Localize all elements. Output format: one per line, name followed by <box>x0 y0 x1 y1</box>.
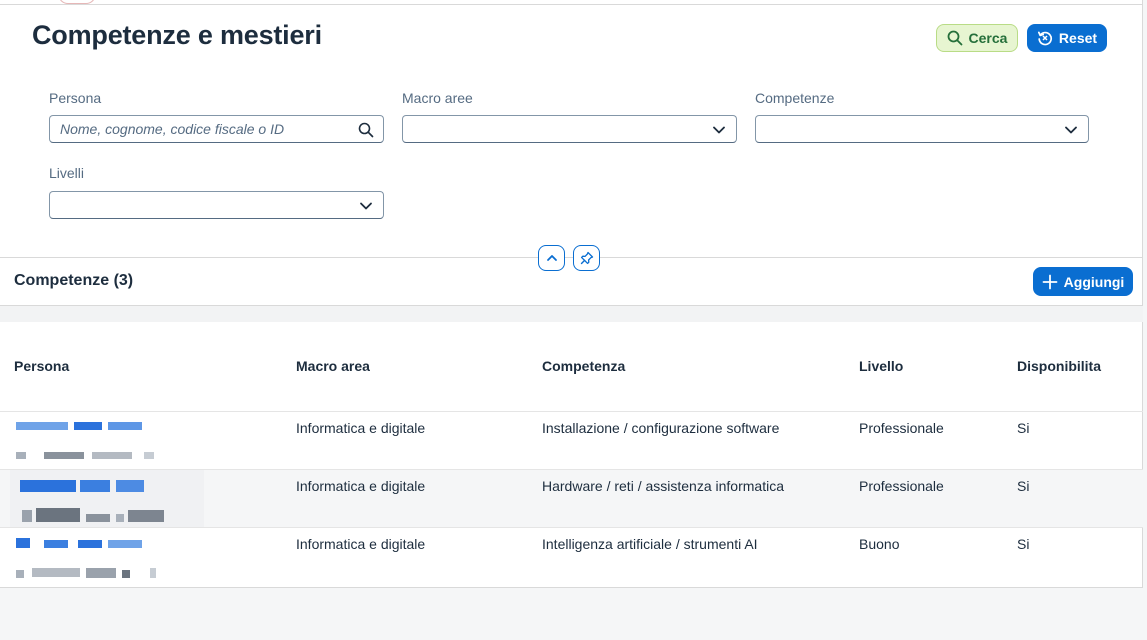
persona-cell-redacted <box>14 418 164 462</box>
table-top-band <box>0 306 1143 322</box>
livello-cell: Professionale <box>859 478 944 494</box>
persona-cell-redacted <box>10 470 204 528</box>
competenza-cell: Installazione / configurazione software <box>542 420 780 436</box>
top-divider <box>0 4 1143 5</box>
persona-search-field[interactable] <box>49 115 384 143</box>
table-row[interactable]: Informatica e digitale Hardware / reti /… <box>0 469 1143 528</box>
column-header-disponibilita[interactable]: Disponibilita <box>1017 358 1101 374</box>
competenza-cell: Hardware / reti / assistenza informatica <box>542 478 784 494</box>
table-row[interactable]: Informatica e digitale Installazione / c… <box>0 411 1143 469</box>
chevron-up-icon <box>546 255 557 261</box>
search-icon[interactable] <box>357 121 375 139</box>
persona-search-input[interactable] <box>60 121 373 137</box>
macro-area-cell: Informatica e digitale <box>296 420 426 436</box>
competenza-cell: Intelligenza artificiale / strumenti AI <box>542 536 758 552</box>
reset-button-label: Reset <box>1058 30 1098 46</box>
chevron-down-icon[interactable] <box>357 197 375 215</box>
search-button[interactable]: Cerca <box>936 24 1018 52</box>
column-header-competenza[interactable]: Competenza <box>542 358 625 374</box>
column-header-persona[interactable]: Persona <box>14 358 69 374</box>
page-title: Competenze e mestieri <box>32 20 322 50</box>
column-header-livello[interactable]: Livello <box>859 358 903 374</box>
pin-icon <box>580 251 593 265</box>
macro-area-cell: Informatica e digitale <box>296 478 426 494</box>
collapse-header-button[interactable] <box>538 245 565 271</box>
table-row[interactable]: Informatica e digitale Intelligenza arti… <box>0 527 1143 585</box>
column-header-macro-area[interactable]: Macro area <box>296 358 370 374</box>
add-button[interactable]: Aggiungi <box>1033 267 1133 296</box>
macro-aree-label: Macro aree <box>402 90 473 106</box>
competenze-select[interactable] <box>755 115 1089 143</box>
livello-cell: Buono <box>859 536 900 552</box>
disponibilita-cell: Si <box>1017 420 1030 436</box>
add-button-label: Aggiungi <box>1063 273 1125 290</box>
livello-cell: Professionale <box>859 420 944 436</box>
chevron-down-icon[interactable] <box>710 121 728 139</box>
chevron-down-icon[interactable] <box>1062 121 1080 139</box>
search-button-label: Cerca <box>968 30 1008 46</box>
pin-header-button[interactable] <box>573 245 600 271</box>
livelli-select[interactable] <box>49 191 384 219</box>
persona-label: Persona <box>49 90 102 106</box>
livelli-label: Livelli <box>49 165 85 181</box>
table-title: Competenze (3) <box>14 272 134 289</box>
reset-button[interactable]: Reset <box>1027 24 1107 52</box>
disponibilita-cell: Si <box>1017 478 1030 494</box>
macro-aree-select[interactable] <box>402 115 737 143</box>
search-icon <box>947 30 962 46</box>
reset-icon <box>1037 31 1052 46</box>
header-divider <box>0 257 1143 258</box>
macro-area-cell: Informatica e digitale <box>296 536 426 552</box>
persona-cell-redacted <box>14 534 164 578</box>
main-panel: Competenze e mestieri Cerca Reset Person… <box>0 0 1143 588</box>
disponibilita-cell: Si <box>1017 536 1030 552</box>
competenze-label: Competenze <box>755 90 835 106</box>
plus-icon <box>1042 274 1058 289</box>
